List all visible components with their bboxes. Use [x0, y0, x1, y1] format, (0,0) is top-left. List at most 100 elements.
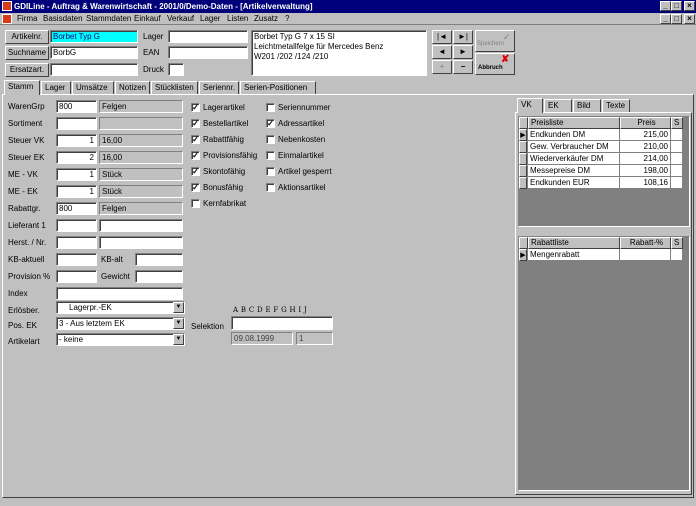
- tab-ek[interactable]: EK: [544, 99, 572, 112]
- rabattfaehig-checkbox[interactable]: ✓: [191, 135, 200, 144]
- provisionsfaehig-checkbox[interactable]: ✓: [191, 151, 200, 160]
- save-button[interactable]: ✓ Speichern: [475, 30, 515, 52]
- skontofaehig-checkbox[interactable]: ✓: [191, 167, 200, 176]
- tab-lager[interactable]: Lager: [41, 81, 71, 94]
- table-row-rabatt[interactable]: [620, 249, 671, 261]
- cancel-button[interactable]: ✘ Abbruch: [475, 53, 515, 75]
- aktionsartikel-checkbox[interactable]: [266, 183, 275, 192]
- minimize-button[interactable]: _: [660, 1, 671, 11]
- table-row-price[interactable]: 198,00: [620, 165, 671, 177]
- chevron-down-icon[interactable]: ▼: [173, 334, 184, 345]
- header-rabatt[interactable]: Rabatt-%: [620, 237, 671, 249]
- menu-listen[interactable]: Listen: [227, 14, 248, 24]
- table-row-price[interactable]: 210,00: [620, 141, 671, 153]
- table-row-name[interactable]: Endkunden EUR: [528, 177, 620, 189]
- prev-record-button[interactable]: ◄: [432, 45, 452, 59]
- menu-help[interactable]: ?: [285, 14, 289, 24]
- tab-vk[interactable]: VK: [517, 98, 543, 113]
- ean-input[interactable]: [168, 46, 248, 59]
- header-preisliste[interactable]: Preisliste: [528, 117, 620, 129]
- close-button[interactable]: ×: [684, 1, 695, 11]
- table-row-s[interactable]: [671, 129, 683, 141]
- tab-bild[interactable]: Bild: [573, 99, 601, 112]
- table-row-name[interactable]: Wiederverkäufer DM: [528, 153, 620, 165]
- druck-input[interactable]: [168, 63, 184, 76]
- next-record-button[interactable]: ►: [453, 45, 473, 59]
- erloesber-select[interactable]: Lagerpr.-EK ▼: [56, 301, 185, 314]
- kernfabrikat-checkbox[interactable]: [191, 199, 200, 208]
- artikel-gesperrt-checkbox[interactable]: [266, 167, 275, 176]
- suchname-input[interactable]: BorbG: [50, 46, 138, 59]
- bestellartikel-checkbox[interactable]: ✓: [191, 119, 200, 128]
- table-row-name[interactable]: Gew. Verbraucher DM: [528, 141, 620, 153]
- add-record-button[interactable]: +: [432, 60, 452, 74]
- tab-texte[interactable]: Texte: [602, 99, 630, 112]
- table-row-name[interactable]: Messepreise DM: [528, 165, 620, 177]
- menu-einkauf[interactable]: Einkauf: [134, 14, 161, 24]
- header-s[interactable]: S: [671, 237, 683, 249]
- adressartikel-checkbox[interactable]: ✓: [266, 119, 275, 128]
- nebenkosten-checkbox[interactable]: [266, 135, 275, 144]
- mdi-close-button[interactable]: ×: [684, 14, 695, 24]
- article-description[interactable]: Borbet Typ G 7 x 15 SI Leichtmetallfelge…: [251, 30, 427, 76]
- tab-seriennr[interactable]: Seriennr.: [199, 81, 239, 94]
- tab-umsaetze[interactable]: Umsätze: [72, 81, 114, 94]
- menu-basisdaten[interactable]: Basisdaten: [43, 14, 83, 24]
- tab-stuecklisten[interactable]: Stücklisten: [151, 81, 198, 94]
- herst-input[interactable]: [56, 236, 97, 249]
- table-row-s[interactable]: [671, 153, 683, 165]
- lieferant-code-input[interactable]: [56, 219, 97, 232]
- menu-zusatz[interactable]: Zusatz: [254, 14, 278, 24]
- warengrp-code-input[interactable]: 800: [56, 100, 97, 113]
- table-row-price[interactable]: 214,00: [620, 153, 671, 165]
- steuer-vk-code-input[interactable]: 1: [56, 134, 97, 147]
- kb-aktuell-input[interactable]: [56, 253, 97, 266]
- artikelnr-input[interactable]: Borbet Typ G: [50, 30, 138, 43]
- preisliste-grid[interactable]: Preisliste Preis S ▶ Endkunden DM 215,00…: [518, 116, 690, 227]
- delete-record-button[interactable]: −: [453, 60, 473, 74]
- menu-stammdaten[interactable]: Stammdaten: [86, 14, 131, 24]
- lager-input[interactable]: [168, 30, 248, 43]
- maximize-button[interactable]: □: [671, 1, 682, 11]
- ersatzart-input[interactable]: [50, 63, 138, 76]
- chevron-down-icon[interactable]: ▼: [173, 318, 184, 329]
- provision-input[interactable]: [56, 270, 97, 283]
- me-ek-code-input[interactable]: 1: [56, 185, 97, 198]
- menu-lager[interactable]: Lager: [200, 14, 220, 24]
- tab-serien-positionen[interactable]: Serien-Positionen: [240, 81, 316, 94]
- last-record-button[interactable]: ►|: [453, 30, 473, 44]
- header-rabattliste[interactable]: Rabattliste: [528, 237, 620, 249]
- suchname-button[interactable]: Suchname: [5, 46, 49, 60]
- herst-nr-input[interactable]: [99, 236, 183, 249]
- mdi-minimize-button[interactable]: _: [660, 14, 671, 24]
- table-row-name[interactable]: Endkunden DM: [528, 129, 620, 141]
- pos-ek-select[interactable]: 3 - Aus letztem EK ▼: [56, 317, 185, 330]
- document-icon[interactable]: [2, 14, 12, 24]
- menu-verkauf[interactable]: Verkauf: [167, 14, 194, 24]
- chevron-down-icon[interactable]: ▼: [173, 302, 184, 313]
- lieferant-name-input[interactable]: [99, 219, 183, 232]
- rabattgr-code-input[interactable]: 800: [56, 202, 97, 215]
- first-record-button[interactable]: |◄: [432, 30, 452, 44]
- seriennummer-checkbox[interactable]: [266, 103, 275, 112]
- table-row-s[interactable]: [671, 177, 683, 189]
- sortiment-code-input[interactable]: [56, 117, 97, 130]
- selektion-input[interactable]: [231, 316, 333, 330]
- artikelart-select[interactable]: - keine ▼: [56, 333, 185, 346]
- bonusfaehig-checkbox[interactable]: ✓: [191, 183, 200, 192]
- mdi-maximize-button[interactable]: □: [671, 14, 682, 24]
- table-row-s[interactable]: [671, 141, 683, 153]
- menu-firma[interactable]: Firma: [17, 14, 37, 24]
- header-s[interactable]: S: [671, 117, 683, 129]
- artikelnr-button[interactable]: Artikelnr.: [5, 30, 49, 44]
- gewicht-input[interactable]: [135, 270, 183, 283]
- tab-stamm[interactable]: Stamm: [4, 80, 40, 95]
- rabattliste-grid[interactable]: Rabattliste Rabatt-% S ▶ Mengenrabatt: [518, 236, 690, 491]
- table-row-name[interactable]: Mengenrabatt: [528, 249, 620, 261]
- tab-notizen[interactable]: Notizen: [115, 81, 150, 94]
- table-row-s[interactable]: [671, 249, 683, 261]
- me-vk-code-input[interactable]: 1: [56, 168, 97, 181]
- header-preis[interactable]: Preis: [620, 117, 671, 129]
- table-row-s[interactable]: [671, 165, 683, 177]
- index-input[interactable]: [56, 287, 183, 300]
